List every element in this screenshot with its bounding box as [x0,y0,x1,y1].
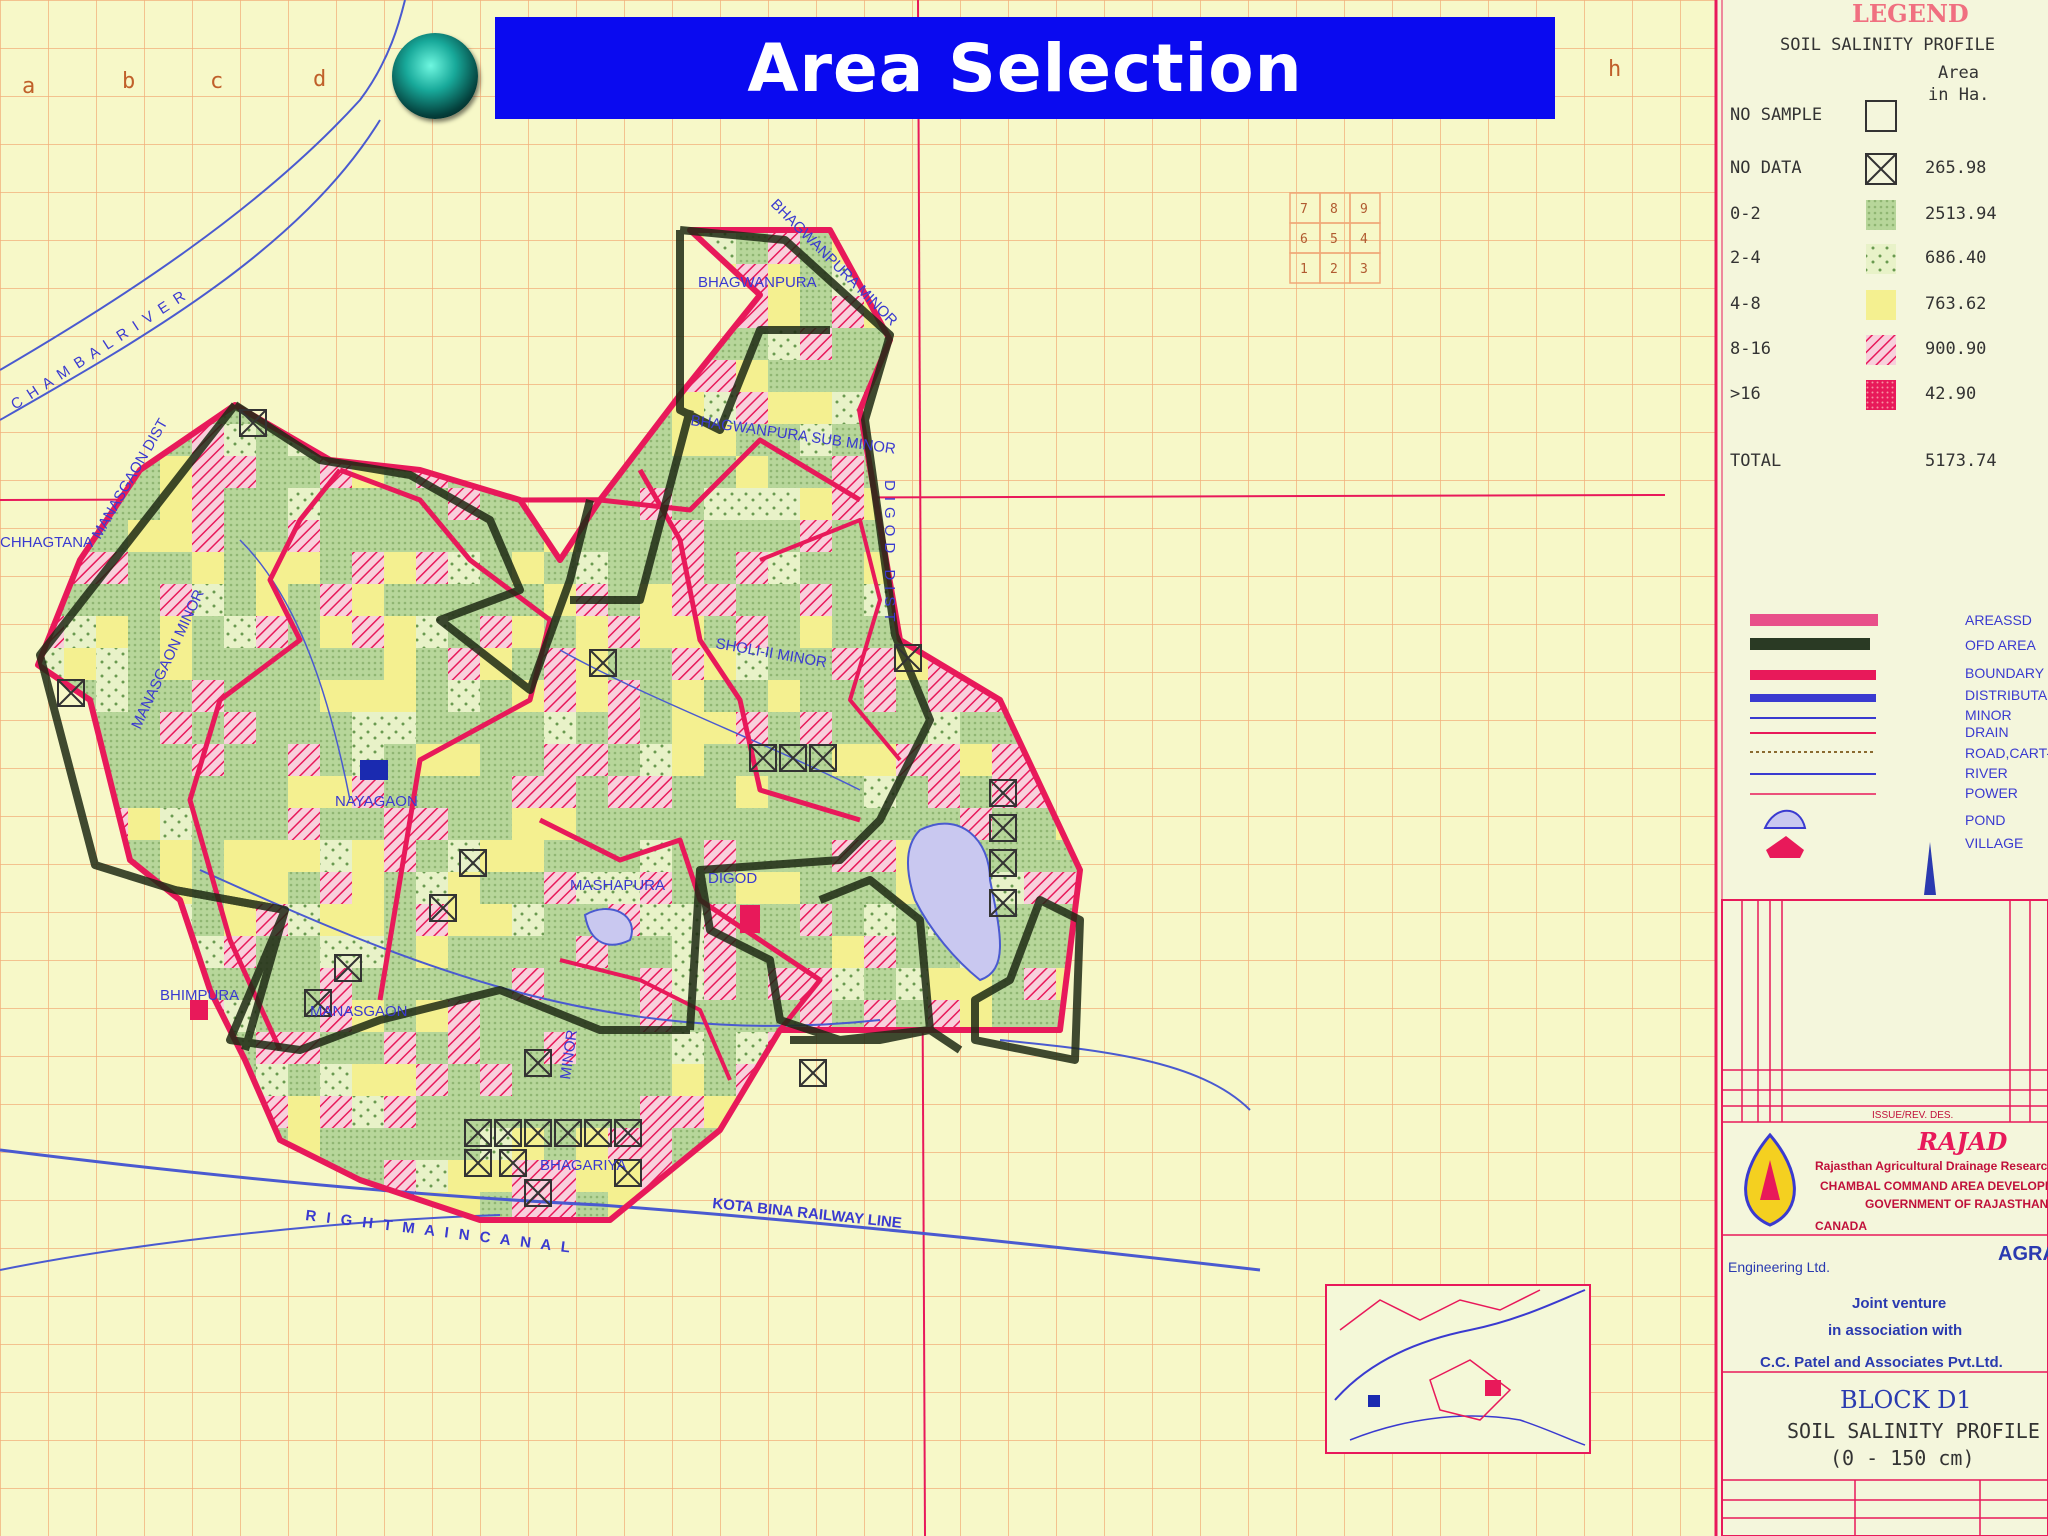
block-name: BLOCK D1 [1840,1386,1972,1414]
legend-row-area: 2513.94 [1925,204,1997,224]
legend-line-key: AREASSD [1965,612,2032,628]
village-label: MASHAPURA [570,877,665,894]
legend-swatch [1866,290,1896,320]
org-name: RAJAD [1917,1127,2008,1156]
village-label: DIGOD [708,870,757,887]
org-line: GOVERNMENT OF RAJASTHAN [1865,1197,2048,1211]
profile-depth: (0 - 150 cm) [1830,1446,1975,1470]
grid-key-cell: 5 [1330,232,1338,247]
legend-line-key: RIVER [1965,765,2008,781]
column-letter: c [210,69,223,94]
firm-right: AGRA [1998,1243,2048,1265]
grid-key-cell: 6 [1300,232,1308,247]
column-letter: a [22,74,35,99]
village-label: BHAGARIYA [540,1157,626,1174]
jv-line: Joint venture [1852,1295,1946,1312]
bullet-orb-icon [392,33,478,119]
legend-col-unit: in Ha. [1928,85,1989,105]
legend-row-area: 900.90 [1925,339,1986,359]
legend-line-key: BOUNDARY [1965,665,2045,681]
village-label: NAYAGAON [335,793,418,810]
legend-title: LEGEND [1852,0,1969,28]
legend-swatch [1866,335,1896,365]
legend-total-area: 5173.74 [1925,451,1997,471]
legend-row-area: 265.98 [1925,158,1986,178]
village-label: CHHAGTANA [0,534,93,551]
grid-key-cell: 1 [1300,262,1308,277]
grid-key: 7 8 9 6 5 4 1 2 3 [1289,192,1381,284]
grid-key-cell: 9 [1360,202,1368,217]
legend-row-label: 0-2 [1730,204,1761,224]
legend-row-label: NO SAMPLE [1730,105,1822,125]
column-letter: b [122,69,135,94]
village-label: BHIMPURA [160,987,239,1004]
legend-subtitle: SOIL SALINITY PROFILE [1780,35,1995,55]
legend-row-label: >16 [1730,384,1761,404]
legend-line-key: DISTRIBUTARY [1965,687,2048,703]
grid-key-cell: 2 [1330,262,1338,277]
legend-line-key: POWER [1965,785,2018,801]
grid-key-cell: 7 [1300,202,1308,217]
column-letter: h [1608,57,1621,82]
org-line: CHAMBAL COMMAND AREA DEVELOPMENT PROJECT [1820,1179,2048,1193]
village-marker [360,760,388,780]
grid-key-cell: 4 [1360,232,1368,247]
legend-swatch [1866,244,1896,274]
village-label: MANASGAON [310,1003,408,1020]
legend-row-label: 4-8 [1730,294,1761,314]
legend-swatch [1866,380,1896,410]
column-letter: d [313,67,326,92]
org-line: Rajasthan Agricultural Drainage Research [1815,1159,2048,1173]
legend-row-label: 2-4 [1730,248,1761,268]
grid-key-cell: 3 [1360,262,1368,277]
firm-left: Engineering Ltd. [1728,1259,1830,1275]
village-marker [740,905,760,933]
legend-row-label: NO DATA [1730,158,1802,178]
slide-title: Area Selection [495,17,1555,119]
legend-swatch [1866,200,1896,230]
grid-key-cell: 8 [1330,202,1338,217]
legend-line-key: DRAIN [1965,724,2009,740]
legend-total-label: TOTAL [1730,451,1781,471]
jv-line: in association with [1828,1322,1962,1339]
legend-col-area: Area [1938,63,1979,83]
legend-row-area: 686.40 [1925,248,1986,268]
location-inset-map [1325,1284,1591,1454]
village-label: BHAGWANPURA [698,274,817,291]
legend-panel: LEGEND SOIL SALINITY PROFILE Area in Ha.… [1714,0,2048,1536]
legend-row-area: 42.90 [1925,384,1976,404]
legend-line-key: ROAD,CART-TRACK [1965,745,2048,761]
legend-line-key: POND [1965,812,2005,828]
country-label: CANADA [1815,1219,1867,1233]
minor-label: DIGOD DIST [881,480,898,628]
legend-row-label: 8-16 [1730,339,1771,359]
legend-line-key: MINOR [1965,707,2012,723]
legend-line-key: OFD AREA [1965,637,2036,653]
soil-salinity-map: a b c d h C H A M B A L R I V E R R I G … [0,0,2048,1536]
rev-table-header: ISSUE/REV. DES. [1872,1110,1953,1121]
legend-line-key: VILLAGE [1965,835,2023,851]
profile-name: SOIL SALINITY PROFILE [1787,1419,2040,1443]
legend-row-area: 763.62 [1925,294,1986,314]
jv-line: C.C. Patel and Associates Pvt.Ltd. [1760,1354,2003,1371]
